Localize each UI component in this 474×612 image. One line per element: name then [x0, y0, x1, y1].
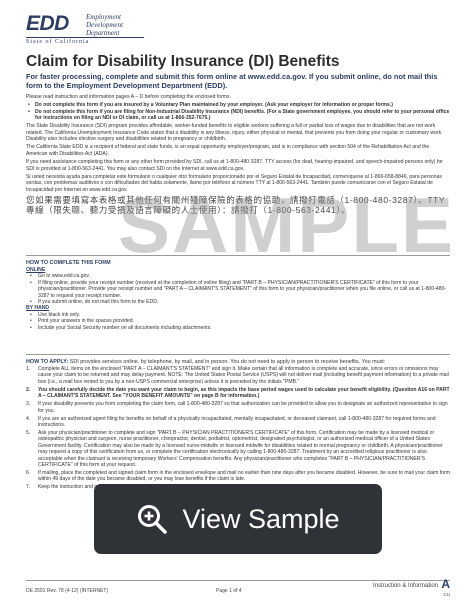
section-heading: HOW TO APPLY: SDI provides services onli…	[26, 359, 386, 365]
assistance-english: If you need assistance completing this f…	[26, 159, 443, 172]
online-list: Go to www.edd.ca.gov. If filing online, …	[26, 273, 450, 305]
list-item: Ask your physician/practitioner to compl…	[26, 430, 450, 468]
list-item: Do not complete this form if you are fil…	[26, 109, 450, 122]
view-sample-button[interactable]: View Sample	[94, 484, 382, 554]
section-letter: A	[441, 577, 450, 591]
form-lede: For faster processing, complete and subm…	[26, 72, 438, 90]
logo-rule	[26, 37, 144, 38]
view-sample-label: View Sample	[182, 503, 340, 534]
list-item: You should carefully decide the date you…	[26, 387, 450, 400]
page-footer: DE 2501 Rev. 78 (4-12) (INTERNET) Page 1…	[26, 577, 451, 600]
logo-mark: EDD	[26, 12, 69, 35]
intro-text: Please read instruction and information …	[26, 94, 232, 100]
form-code: DE 2501 Rev. 78 (4-12) (INTERNET)	[26, 588, 109, 594]
list-item: Complete ALL items on the enclosed "PART…	[26, 366, 450, 385]
zoom-in-icon	[138, 505, 168, 534]
list-item: If filing online, provide your receipt n…	[26, 280, 450, 299]
footer-code-cu: CU	[443, 592, 451, 597]
list-item: If mailing, place the completed and sign…	[26, 470, 450, 483]
edd-logo: EDD Employment Development Department St…	[26, 10, 176, 48]
form-page: EDD Employment Development Department St…	[0, 0, 474, 612]
list-item: If your disability prevents you from com…	[26, 401, 450, 414]
sample-watermark: SAMPLE	[118, 181, 456, 269]
list-item: If you are an authorized agent filing fo…	[26, 416, 450, 429]
eligibility-bullets: Do not complete this form if you are ins…	[26, 102, 450, 121]
list-item: Include your Social Security number on a…	[26, 325, 450, 332]
form-title: Claim for Disability Insurance (DI) Bene…	[26, 53, 340, 70]
page-number: Page 1 of 4	[216, 588, 242, 594]
logo-department-name: Employment Development Department	[86, 13, 123, 37]
apply-steps: Complete ALL items on the enclosed "PART…	[26, 366, 450, 491]
section-name: Instruction & Information	[372, 583, 438, 589]
logo-state: State of California	[26, 39, 90, 45]
by-hand-list: Use black ink only. Print your answers i…	[26, 312, 450, 332]
sdi-description: The State Disability Insurance (SDI) pro…	[26, 123, 443, 142]
equal-opportunity-statement: The California State EDD is a recipient …	[26, 144, 430, 157]
list-item: If you submit online, do not mail this f…	[26, 299, 450, 306]
